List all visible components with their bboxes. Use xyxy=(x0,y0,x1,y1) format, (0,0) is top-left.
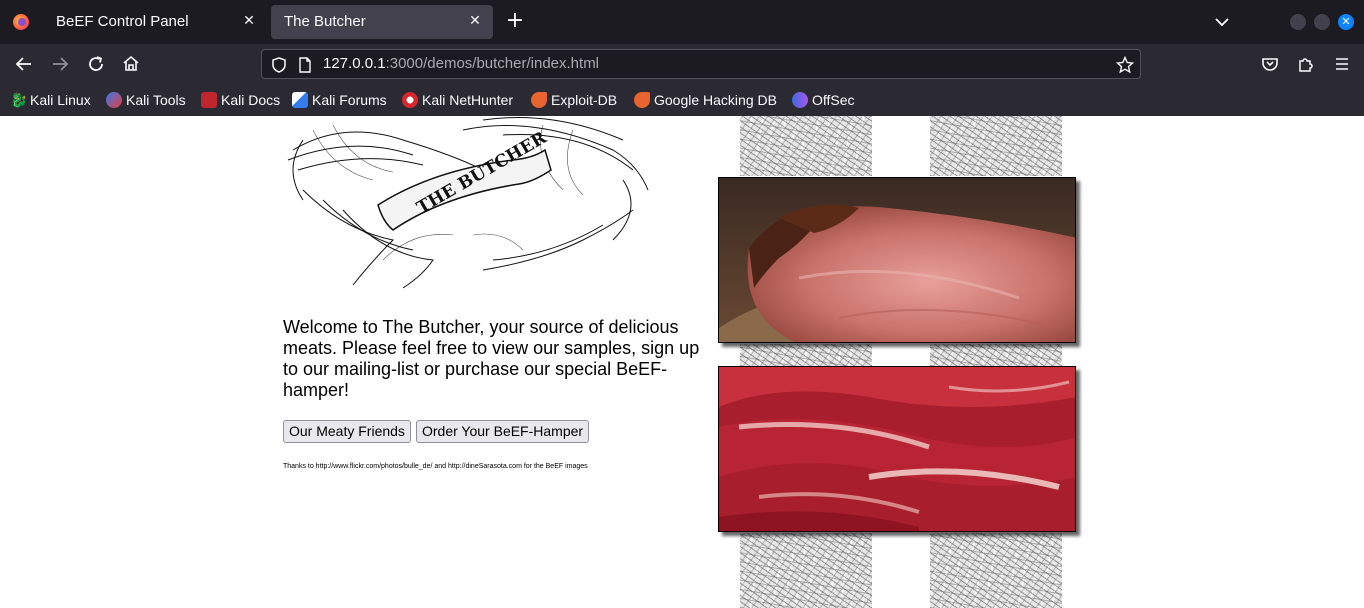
list-all-tabs-chevron-icon[interactable] xyxy=(1212,12,1232,32)
the-butcher-logo: THE BUTCHER xyxy=(287,117,649,289)
back-arrow-icon[interactable] xyxy=(12,52,36,76)
pocket-icon[interactable] xyxy=(1258,52,1282,76)
roast-beef-drawing xyxy=(719,178,1075,342)
bookmark-kali-forums[interactable]: Kali Forums xyxy=(292,91,387,109)
url-path: :3000/demos/butcher/index.html xyxy=(385,55,600,72)
forward-arrow-icon[interactable] xyxy=(48,52,72,76)
texture-stripe xyxy=(740,533,872,608)
texture-stripe xyxy=(930,344,1062,366)
shield-icon[interactable] xyxy=(270,56,288,74)
raw-beef-drawing xyxy=(719,367,1075,531)
address-bar[interactable]: 127.0.0.1:3000/demos/butcher/index.html xyxy=(261,49,1141,79)
minimize-window-button[interactable] xyxy=(1290,14,1306,30)
bookmark-exploit-db[interactable]: Exploit-DB xyxy=(531,91,617,109)
bookmark-kali-docs[interactable]: Kali Docs xyxy=(201,91,280,109)
texture-stripe xyxy=(740,116,872,176)
tab-bar: BeEF Control Panel ✕ The Butcher ✕ + ✕ xyxy=(0,0,1364,44)
exploit-db-icon xyxy=(634,92,650,108)
reload-icon[interactable] xyxy=(84,52,108,76)
close-window-button[interactable]: ✕ xyxy=(1338,14,1354,30)
hamburger-menu-icon[interactable] xyxy=(1330,52,1354,76)
bookmark-label: Kali NetHunter xyxy=(422,92,514,108)
kali-docs-icon xyxy=(201,92,217,108)
page-viewport: THE BUTCHER Welcome to The Butcher, your… xyxy=(0,116,1364,608)
offsec-icon xyxy=(792,92,808,108)
bookmark-kali-tools[interactable]: Kali Tools xyxy=(106,91,186,109)
bookmark-offsec[interactable]: OffSec xyxy=(792,91,855,109)
page-icon[interactable] xyxy=(298,57,312,73)
tab-the-butcher[interactable]: The Butcher ✕ xyxy=(271,5,493,39)
tab-label: The Butcher xyxy=(284,13,366,30)
texture-stripe xyxy=(740,344,872,366)
welcome-text: Welcome to The Butcher, your source of d… xyxy=(283,317,700,400)
bookmark-label: Kali Docs xyxy=(221,92,281,108)
kali-dragon-icon: 🐉 xyxy=(10,92,28,108)
bookmark-kali-linux[interactable]: 🐉 Kali Linux xyxy=(10,91,91,109)
bookmark-label: Kali Forums xyxy=(312,92,387,108)
tab-beef-control-panel[interactable]: BeEF Control Panel ✕ xyxy=(43,5,267,39)
exploit-db-icon xyxy=(531,92,547,108)
bookmarks-toolbar: 🐉 Kali Linux Kali Tools Kali Docs Kali F… xyxy=(0,84,1364,116)
url-host: 127.0.0.1 xyxy=(323,55,386,72)
bookmark-label: Kali Tools xyxy=(126,92,186,108)
extensions-puzzle-icon[interactable] xyxy=(1294,52,1318,76)
kali-forums-icon xyxy=(292,92,308,108)
bookmark-kali-nethunter[interactable]: Kali NetHunter xyxy=(402,91,513,109)
our-meaty-friends-button[interactable]: Our Meaty Friends xyxy=(283,420,411,443)
tab-label: BeEF Control Panel xyxy=(56,13,189,30)
new-tab-plus-icon[interactable]: + xyxy=(503,10,527,34)
home-icon[interactable] xyxy=(119,52,143,76)
firefox-icon xyxy=(13,14,29,30)
close-tab-icon[interactable]: ✕ xyxy=(239,11,259,31)
bookmark-label: Exploit-DB xyxy=(551,92,618,108)
close-tab-icon[interactable]: ✕ xyxy=(465,11,485,31)
kali-nethunter-icon xyxy=(402,92,418,108)
roast-beef-image xyxy=(718,177,1076,343)
navigation-toolbar: 127.0.0.1:3000/demos/butcher/index.html xyxy=(0,44,1364,84)
image-credits: Thanks to http://www.flickr.com/photos/b… xyxy=(283,463,588,470)
firefox-view-button[interactable] xyxy=(0,0,42,44)
maximize-window-button[interactable] xyxy=(1314,14,1330,30)
texture-stripe xyxy=(930,533,1062,608)
bookmark-label: Kali Linux xyxy=(30,92,91,108)
kali-tools-icon xyxy=(106,92,122,108)
order-beef-hamper-button[interactable]: Order Your BeEF-Hamper xyxy=(416,420,590,443)
bookmark-google-hacking-db[interactable]: Google Hacking DB xyxy=(634,91,777,109)
raw-beef-image xyxy=(718,366,1076,532)
bookmark-label: OffSec xyxy=(812,92,855,108)
bookmark-label: Google Hacking DB xyxy=(654,92,777,108)
bookmark-star-icon[interactable] xyxy=(1116,56,1134,74)
url-text[interactable]: 127.0.0.1:3000/demos/butcher/index.html xyxy=(323,55,599,72)
texture-stripe xyxy=(930,116,1062,176)
